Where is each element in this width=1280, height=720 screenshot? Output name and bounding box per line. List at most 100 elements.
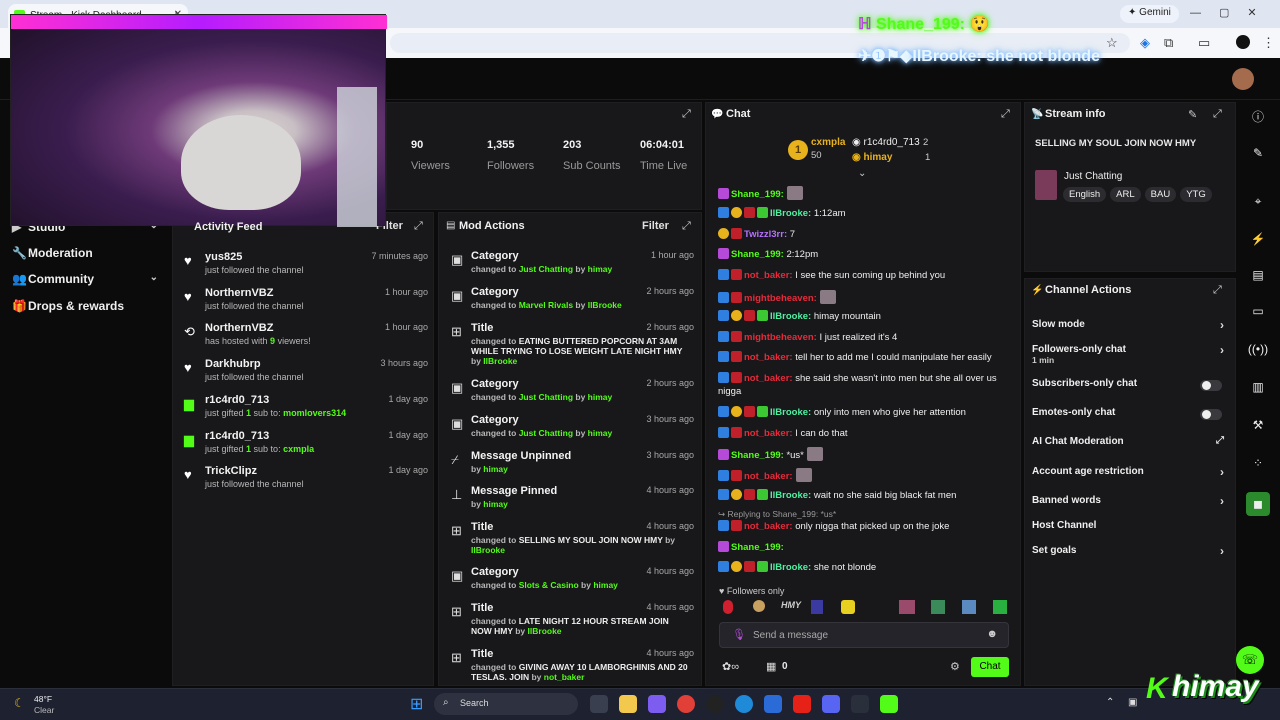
activity-item[interactable]: ♥ TrickClipz just followed the channel 1 da… (182, 465, 428, 497)
chat-username[interactable]: Twizzl3rr: (744, 229, 787, 240)
chat-username[interactable]: IlBrooke: (770, 490, 811, 501)
tray-chevron-icon[interactable]: ⌃ (1106, 697, 1114, 708)
emote-bar[interactable]: HMY (719, 600, 1009, 616)
mod-expand-icon[interactable]: ⤢ (682, 220, 691, 233)
mod-action-by[interactable]: IlBrooke (588, 300, 622, 310)
puzzle-icon[interactable]: ⧉ (1164, 35, 1173, 51)
emote-3-icon[interactable]: HMY (781, 600, 801, 610)
chevron-right-icon[interactable]: › (1220, 494, 1224, 508)
channel-action-emotes-only-chat[interactable]: Emotes-only chat (1032, 407, 1228, 425)
sidebar-item-moderation[interactable]: 🔧Moderation (12, 246, 162, 266)
chat-message[interactable]: not_baker: (718, 468, 1018, 483)
mod-action-item[interactable]: ▣ Category changed to Just Chatting by him… (448, 250, 694, 286)
task-view-icon[interactable] (590, 695, 608, 713)
leader2-row[interactable]: ◉ r1c4rd0_713 (852, 137, 920, 148)
mod-action-item[interactable]: ⊞ Title changed to EATING BUTTERED POPCORN… (448, 322, 694, 366)
edge-icon[interactable] (735, 695, 753, 713)
sidebar-item-community[interactable]: 👥Community ⌄ (12, 272, 162, 292)
mod-action-item[interactable]: ⊞ Title changed to SELLING MY SOUL JOIN NO… (448, 521, 694, 557)
chat-username[interactable]: mightbeheaven: (744, 293, 817, 304)
taskbar-search[interactable]: ⌕ Search (434, 693, 578, 715)
mod-action-by[interactable]: IlBrooke (528, 626, 562, 636)
obs-icon[interactable] (706, 695, 724, 713)
emote-2-icon[interactable] (753, 600, 765, 612)
channel-action-slow-mode[interactable]: Slow mode › (1032, 318, 1228, 337)
store-app-icon[interactable] (764, 695, 782, 713)
clipboard-icon[interactable]: ▤ (1242, 268, 1274, 294)
wrench-icon[interactable]: ⚒ (1242, 418, 1274, 444)
chat-message[interactable]: mightbeheaven: (718, 290, 1018, 305)
stream-tag[interactable]: English (1063, 187, 1107, 202)
chat-username[interactable]: not_baker: (744, 428, 793, 439)
camera-icon[interactable]: ⌖ (1242, 194, 1274, 220)
microphone-icon[interactable]: 🎙 (732, 628, 746, 641)
activity-recipient[interactable]: momlovers314 (283, 408, 346, 418)
emote-8-icon[interactable] (962, 600, 976, 614)
youtube-icon[interactable] (793, 695, 811, 713)
chat-message[interactable]: mightbeheaven: I just realized it's 4 (718, 331, 1018, 344)
stream-tag[interactable]: BAU (1144, 187, 1177, 202)
mod-action-by[interactable]: himay (593, 580, 618, 590)
chat-message[interactable]: Shane_199: (718, 541, 1018, 554)
mod-action-item[interactable]: ⌿ Message Unpinned by himay 3 hours ago (448, 450, 694, 486)
menu-dots-icon[interactable]: ⋮ (1262, 35, 1275, 51)
chat-username[interactable]: IlBrooke: (770, 208, 811, 219)
chat-username[interactable]: Shane_199: (731, 189, 784, 200)
broadcast-icon[interactable]: ((•)) (1242, 342, 1274, 368)
activity-item[interactable]: ▆ r1c4rd0_713 just gifted 1 sub to: cxmpla… (182, 430, 428, 462)
chat-message[interactable]: Shane_199: (718, 186, 1018, 201)
chevron-right-icon[interactable]: › (1220, 318, 1224, 332)
chat-message[interactable]: Shane_199: *us* (718, 447, 1018, 462)
activity-username[interactable]: TrickClipz (205, 465, 257, 477)
stream-category[interactable]: Just Chatting (1064, 171, 1122, 182)
mod-action-item[interactable]: ▣ Category changed to Just Chatting by him… (448, 378, 694, 414)
channel-action-ai-chat-moderation[interactable]: AI Chat Moderation ⤢ (1032, 435, 1228, 454)
chat-username[interactable]: IlBrooke: (770, 407, 811, 418)
window-controls[interactable]: —▢✕ (1190, 6, 1275, 19)
store-icon[interactable]: ▦ (766, 660, 776, 673)
chevron-right-icon[interactable]: › (1220, 343, 1224, 357)
mod-action-by[interactable]: IlBrooke (471, 545, 505, 555)
chat-expand-icon[interactable]: ⤢ (1001, 108, 1010, 121)
activity-username[interactable]: NorthernVBZ (205, 322, 273, 334)
activity-recipient[interactable]: cxmpla (283, 444, 314, 454)
mod-filter-button[interactable]: Filter (642, 220, 669, 232)
chat-send-button[interactable]: Chat (971, 657, 1009, 677)
chevron-down-icon[interactable]: ⌄ (150, 272, 158, 283)
discord-icon[interactable] (822, 695, 840, 713)
app-icon[interactable] (851, 695, 869, 713)
mod-action-by[interactable]: himay (483, 499, 508, 509)
mod-action-by[interactable]: himay (483, 464, 508, 474)
toggle-switch[interactable] (1200, 409, 1222, 420)
chevron-right-icon[interactable]: › (1220, 465, 1224, 479)
activity-username[interactable]: r1c4rd0_713 (205, 430, 269, 442)
chat-username[interactable]: Shane_199: (731, 450, 784, 461)
dots-icon[interactable]: ⁘ (1242, 456, 1274, 482)
channel-action-account-age-restriction[interactable]: Account age restriction › (1032, 465, 1228, 484)
channel-action-banned-words[interactable]: Banned words › (1032, 494, 1228, 513)
profile-icon[interactable] (1236, 35, 1250, 49)
emoji-picker-icon[interactable]: ☻ (986, 628, 998, 640)
avatar[interactable] (1232, 68, 1254, 90)
gemini-button[interactable]: ✦ Gemini (1120, 5, 1179, 23)
chrome-icon[interactable] (677, 695, 695, 713)
chat-message[interactable]: not_baker: I can do that (718, 427, 1018, 440)
chat-message[interactable]: not_baker: tell her to add me I could ma… (718, 351, 1018, 364)
tray-app-icon[interactable]: ▣ (1128, 697, 1137, 708)
layout-icon[interactable]: ▥ (1242, 380, 1274, 406)
activity-item[interactable]: ▆ r1c4rd0_713 just gifted 1 sub to: momlov… (182, 394, 428, 426)
channel-action-set-goals[interactable]: Set goals › (1032, 544, 1228, 563)
chat-message[interactable]: IlBrooke: 1:12am (718, 207, 1018, 220)
kick-points-icon[interactable]: ✿∞ (722, 660, 739, 673)
emote-1-icon[interactable] (723, 600, 733, 614)
bolt-icon[interactable]: ⚡ (1242, 232, 1274, 258)
chat-message[interactable]: Shane_199: 2:12pm (718, 248, 1018, 261)
sidepanel-icon[interactable]: ▭ (1198, 35, 1210, 51)
channel-action-host-channel[interactable]: Host Channel (1032, 520, 1228, 538)
chat-username[interactable]: Shane_199: (731, 542, 784, 553)
stats-expand-icon[interactable]: ⤢ (682, 108, 691, 121)
activity-item[interactable]: ⟲ NorthernVBZ has hosted with 9 viewers! 1 … (182, 322, 428, 354)
channel-actions-expand-icon[interactable]: ⤢ (1213, 284, 1222, 297)
info-icon[interactable]: ⓘ (1242, 108, 1274, 134)
emote-7-icon[interactable] (931, 600, 945, 614)
